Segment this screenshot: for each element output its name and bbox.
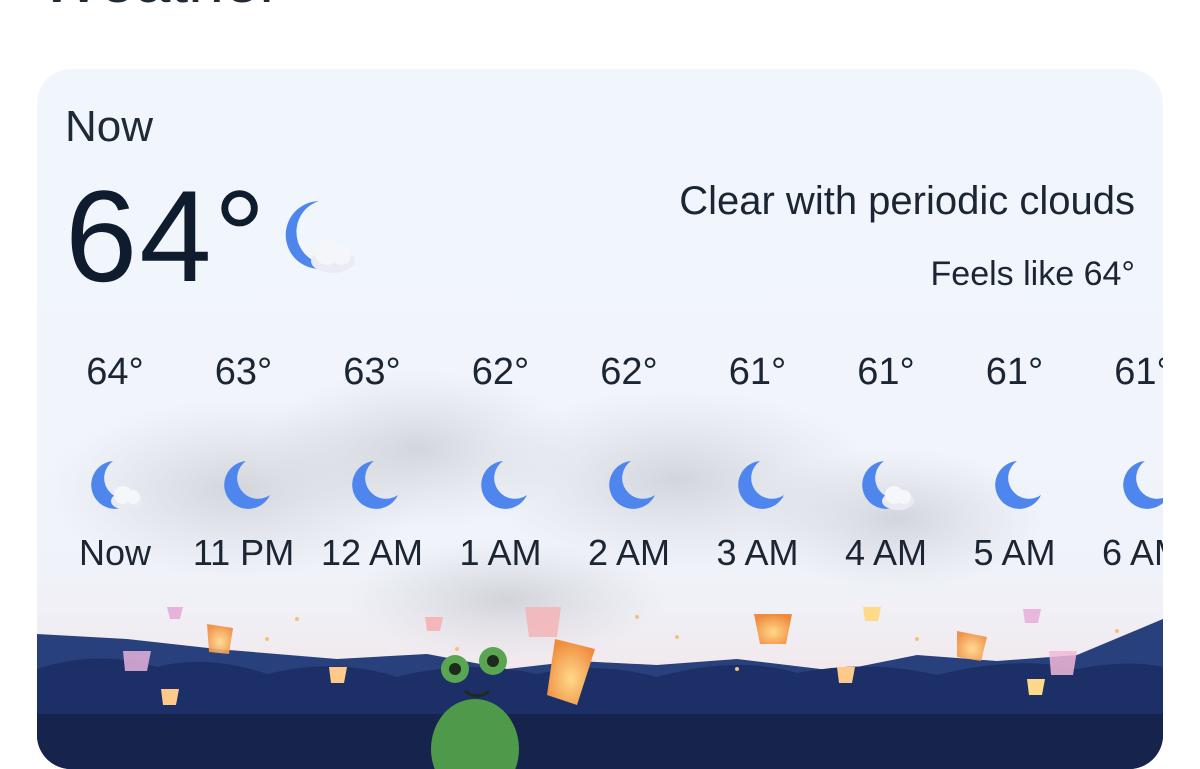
page-title: Weather: [40, 0, 281, 12]
current-condition: Clear with periodic clouds: [679, 179, 1135, 223]
hourly-temperature: 61°: [728, 351, 787, 393]
moon-cloud-icon: [91, 461, 143, 510]
hourly-temperature: 62°: [600, 351, 658, 393]
moon-icon: [737, 461, 784, 509]
moon-icon: [480, 461, 527, 509]
hourly-temperature: 61°: [857, 351, 915, 393]
moon-icon: [994, 461, 1041, 509]
hourly-temperature: 63°: [214, 351, 273, 393]
moon-icon: [609, 461, 655, 509]
moon-cloud-icon: [862, 461, 914, 510]
moon-icon: [352, 461, 398, 509]
weather-card[interactable]: Now 64° Clear with periodic clouds Feels…: [37, 69, 1163, 769]
feels-like: Feels like 64°: [930, 255, 1135, 293]
hourly-temperature: 64°: [86, 351, 144, 393]
hourly-forecast[interactable]: 64° Now 63° 11 PM 63° 12 AM 62° 1 AM 62° 2 AM 61° 3…: [37, 349, 1163, 589]
hourly-temperature: 63°: [343, 351, 401, 393]
moon-cloud-icon: [285, 201, 355, 273]
moon-icon: [223, 461, 270, 509]
current-label: Now: [65, 102, 154, 151]
moon-icon: [1123, 461, 1163, 509]
hourly-temperature: 61°: [985, 351, 1044, 393]
hourly-temperature: 62°: [471, 351, 530, 393]
current-temperature: 64°: [65, 163, 268, 309]
hourly-temperature: 61°: [1114, 351, 1163, 393]
hourly-time: 6 AM: [1101, 532, 1163, 573]
